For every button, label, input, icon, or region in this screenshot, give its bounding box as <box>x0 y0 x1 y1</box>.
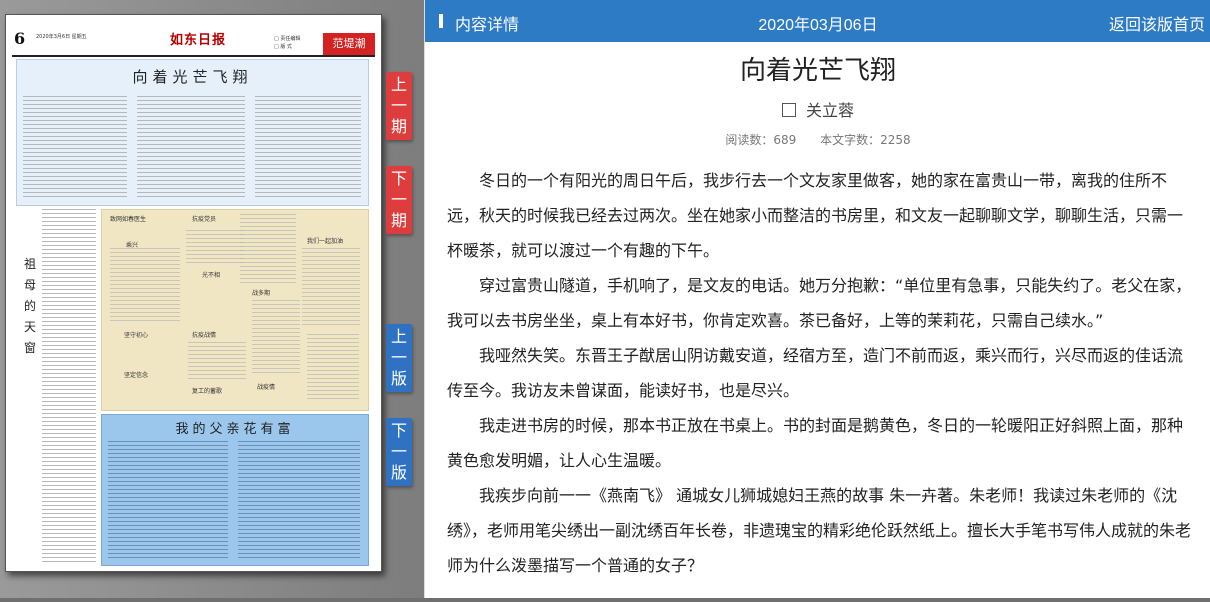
text-column <box>186 230 244 266</box>
text-column <box>302 248 360 328</box>
newspaper-checklist: □ 责任编辑 □ 版 式 <box>274 35 300 51</box>
newspaper-headline-bottom: 我的父亲花有富 <box>175 422 295 437</box>
newspaper-page-number: 6 <box>14 29 26 48</box>
text-column <box>255 96 361 200</box>
box-item: 致网如春医生 <box>110 216 147 223</box>
box-item: 我们一起加油 <box>307 238 344 245</box>
article-paragraph: 穿过富贵山隧道，手机响了，是文友的电话。她万分抱歉：“单位里有急事，只能失约了。… <box>447 276 1192 330</box>
text-column <box>108 441 228 559</box>
newspaper-article-hotspot-main[interactable]: 向着光芒飞翔 <box>16 59 369 206</box>
newspaper-date-line: 2020年3月6日 星期五 <box>36 34 87 40</box>
bottom-edge <box>0 598 1210 602</box>
text-column <box>307 334 359 400</box>
newspaper-article-hotspot-side[interactable]: 祖母的天窗 <box>16 209 96 564</box>
article-paragraph: 冬日的一个有阳光的周日午后，我步行去一个文友家里做客，她的家在富贵山一带，离我的… <box>447 171 1184 260</box>
text-column <box>188 342 246 382</box>
article-body: 冬日的一个有阳光的周日午后，我步行去一个文友家里做客，她的家在富贵山一带，离我的… <box>447 163 1193 583</box>
text-column <box>110 248 180 324</box>
article-paragraph: 我走进书房的时候，那本书正放在书桌上。书的封面是鹅黄色，冬日的一轮暖阳正好斜照上… <box>447 416 1184 470</box>
box-item: 复工的蓄歌 <box>192 388 223 395</box>
text-column <box>137 96 245 200</box>
box-item: 光不相 <box>202 272 221 279</box>
article-paragraph: 我哑然失笑。东晋王子猷居山阴访戴安道，经宿方至，造门不前而返，乘兴而行，兴尽而返… <box>447 346 1184 400</box>
prev-page-button[interactable]: 上一版 <box>386 324 412 392</box>
newspaper-headline-side: 祖母的天窗 <box>24 257 37 355</box>
newspaper-poetry-box[interactable]: 致网如春医生 抗疫党员 乘兴 光不相 我们一起加油 战多期 坚守初心 抗疫战情 … <box>101 209 369 411</box>
issue-date: 2020年03月06日 <box>758 17 878 34</box>
box-item: 战多期 <box>252 290 271 297</box>
text-column <box>23 96 127 200</box>
prev-issue-button[interactable]: 上一期 <box>386 72 412 140</box>
box-item: 坚守初心 <box>124 332 149 339</box>
box-item: 坚定信念 <box>124 372 149 379</box>
read-count: 阅读数：689 <box>725 133 797 147</box>
next-issue-button[interactable]: 下一期 <box>386 166 412 234</box>
text-column <box>238 441 360 559</box>
box-item: 抗疫党员 <box>192 216 217 223</box>
author-square-icon <box>781 103 796 117</box>
newspaper-checklist-item: □ 版 式 <box>274 44 292 50</box>
box-item: 抗疫战情 <box>192 332 217 339</box>
content-detail-header: 内容详情 2020年03月06日 返回该版首页 <box>425 0 1210 42</box>
newspaper-section-badge: 范堤潮 <box>323 33 375 55</box>
newspaper-checklist-item: □ 责任编辑 <box>274 36 301 42</box>
newspaper-masthead: 如东日报 <box>170 33 227 48</box>
article-author-line: 关立蓉 <box>425 97 1210 121</box>
box-item: 战疫情 <box>257 384 276 391</box>
text-column <box>252 300 300 376</box>
text-column <box>240 214 296 284</box>
article-title: 向着光芒飞翔 <box>739 56 896 86</box>
next-page-button[interactable]: 下一版 <box>386 418 412 486</box>
newspaper-headline-main: 向着光芒飞翔 <box>132 68 253 86</box>
text-column <box>42 209 96 564</box>
article-detail-panel: 内容详情 2020年03月06日 返回该版首页 向着光芒飞翔 关立蓉 阅读数：6… <box>424 0 1210 602</box>
back-to-page-home-link[interactable]: 返回该版首页 <box>1109 11 1205 35</box>
newspaper-page-thumbnail[interactable]: 6 2020年3月6日 星期五 如东日报 □ 责任编辑 □ 版 式 范堤潮 向着… <box>5 14 382 572</box>
newspaper-article-hotspot-bottom[interactable]: 我的父亲花有富 <box>101 414 369 566</box>
newspaper-header: 6 2020年3月6日 星期五 如东日报 □ 责任编辑 □ 版 式 范堤潮 <box>12 21 375 57</box>
article-author: 关立蓉 <box>805 101 854 120</box>
article-meta: 阅读数：689 本文字数：2258 <box>425 131 1210 148</box>
article-paragraph: 我疾步向前一一《燕南飞》 通城女儿狮城媳妇王燕的故事 朱一卉著。朱老师！我读过朱… <box>447 486 1192 575</box>
word-count: 本文字数：2258 <box>820 133 911 147</box>
